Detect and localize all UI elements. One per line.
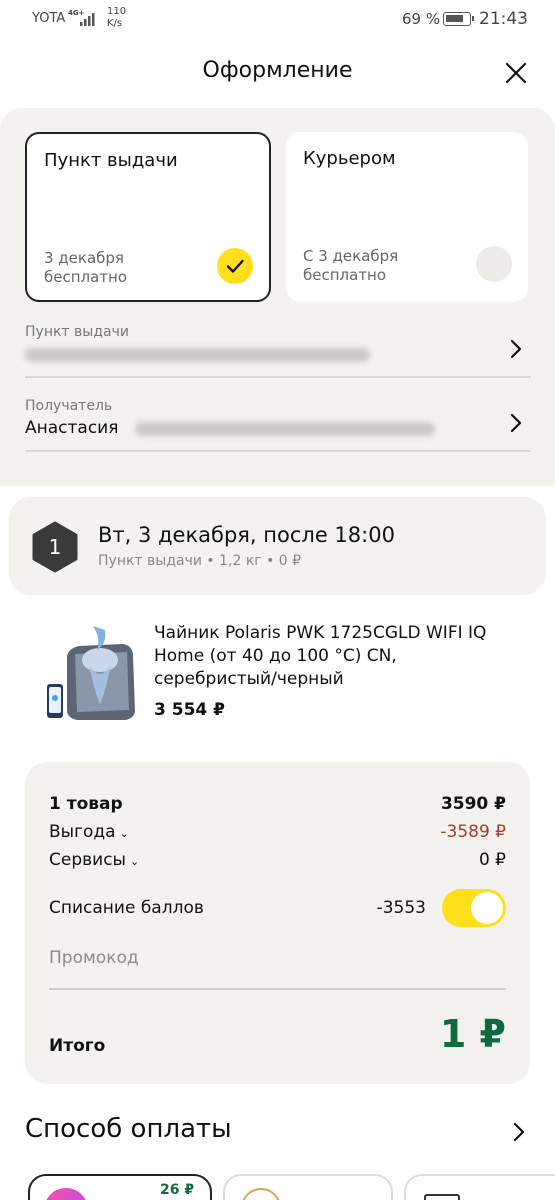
items-row: 1 товар 3590 ₽ [49, 794, 506, 818]
courier-option-card[interactable]: Курьером С 3 декабря бесплатно [286, 132, 528, 302]
shipment-subtitle: Пункт выдачи • 1,2 кг • 0 ₽ [98, 553, 302, 569]
pickup-option-details: 3 декабря бесплатно [44, 249, 127, 287]
points-value: -3553 [376, 898, 426, 918]
header: Оформление [0, 50, 555, 96]
signal-icon [80, 13, 95, 26]
carrier-label: YOTA [32, 11, 66, 26]
points-toggle[interactable] [442, 889, 506, 927]
payment-option-card[interactable] [404, 1174, 555, 1200]
page-title: Оформление [202, 58, 353, 83]
chevron-down-icon: ⌄ [129, 855, 140, 868]
close-icon[interactable] [503, 60, 529, 86]
pickup-option-card[interactable]: Пункт выдачи 3 декабря бесплатно [25, 132, 271, 302]
delivery-section: Пункт выдачи 3 декабря бесплатно Курьеро… [0, 108, 555, 486]
pickup-option-title: Пункт выдачи [44, 150, 178, 171]
total-label: Итого [49, 1036, 106, 1056]
total-value: 1 ₽ [439, 1012, 506, 1056]
payment-option-sbp[interactable] [223, 1174, 393, 1200]
clock: 21:43 [479, 9, 528, 29]
radio-unselected[interactable] [476, 246, 512, 282]
courier-option-details: С 3 декабря бесплатно [303, 247, 398, 285]
recipient-details-redacted [135, 422, 435, 436]
recipient-field[interactable]: Получатель Анастасия [25, 398, 531, 452]
points-label: Списание баллов [49, 898, 204, 918]
product-price: 3 554 ₽ [154, 700, 225, 720]
benefit-value: -3589 ₽ [440, 822, 506, 842]
pickup-option-date: 3 декабря [44, 249, 124, 267]
product-image[interactable] [45, 620, 140, 723]
split-logo-icon [44, 1188, 88, 1200]
shipment-number: 1 [48, 535, 62, 559]
product-name[interactable]: Чайник Polaris PWK 1725CGLD WIFI IQ Home… [154, 622, 524, 691]
services-value: 0 ₽ [478, 850, 506, 870]
promo-field[interactable] [49, 948, 506, 990]
services-label: Сервисы [49, 850, 126, 870]
benefit-label-group: Выгода ⌄ [49, 822, 129, 842]
chevron-right-icon [510, 339, 522, 359]
check-icon [217, 248, 253, 284]
chevron-right-icon [510, 413, 522, 433]
services-label-group: Сервисы ⌄ [49, 850, 139, 870]
order-summary: 1 товар 3590 ₽ Выгода ⌄ -3589 ₽ Сервисы ⌄ … [25, 762, 530, 1084]
pickup-point-field[interactable]: Пункт выдачи [25, 324, 531, 378]
benefit-label: Выгода [49, 822, 116, 842]
items-value: 3590 ₽ [440, 794, 506, 814]
courier-option-price: бесплатно [303, 266, 387, 284]
payment-title: Способ оплаты [25, 1114, 232, 1144]
recipient-label: Получатель [25, 398, 113, 414]
pickup-point-label: Пункт выдачи [25, 324, 129, 340]
shipment-title: Вт, 3 декабря, после 18:00 [98, 523, 395, 547]
benefit-row[interactable]: Выгода ⌄ -3589 ₽ [49, 822, 506, 846]
recipient-name: Анастасия [25, 418, 119, 438]
items-label: 1 товар [49, 794, 123, 814]
battery-icon [443, 12, 474, 26]
status-bar: YOTA 4G+ 110 K/s 69 % 21:43 [0, 0, 555, 40]
courier-option-date: С 3 декабря [303, 247, 399, 265]
payment-bonus: 26 ₽ [160, 1182, 195, 1198]
chevron-right-icon[interactable] [512, 1121, 526, 1143]
payment-option-split[interactable]: 26 ₽ [28, 1174, 212, 1200]
battery-percent: 69 % [402, 10, 441, 28]
points-row: Списание баллов -3553 [49, 889, 506, 927]
sbp-logo-icon [241, 1188, 281, 1200]
pickup-option-price: бесплатно [44, 268, 128, 286]
network-speed: 110 K/s [107, 6, 126, 30]
chevron-down-icon: ⌄ [119, 827, 129, 840]
toggle-knob [471, 892, 503, 924]
courier-option-title: Курьером [303, 148, 396, 169]
shipment-card: 1 Вт, 3 декабря, после 18:00 Пункт выдач… [9, 497, 546, 595]
speed-unit: K/s [107, 18, 123, 29]
pickup-point-address-redacted [25, 348, 370, 362]
speed-value: 110 [107, 6, 127, 17]
services-row[interactable]: Сервисы ⌄ 0 ₽ [49, 850, 506, 874]
bank-card-icon [424, 1194, 460, 1200]
promo-input[interactable] [49, 948, 506, 968]
